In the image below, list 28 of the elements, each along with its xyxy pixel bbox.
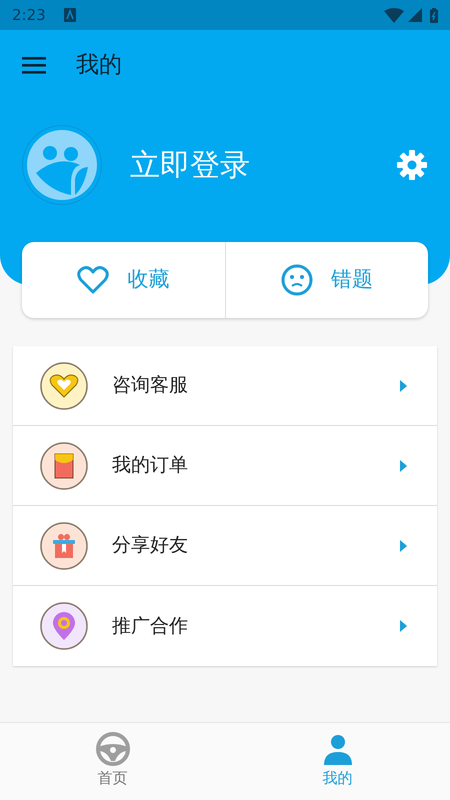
sad-face-icon [280, 264, 313, 296]
menu-item[interactable]: 咨询客服 [13, 346, 437, 426]
menu-item[interactable]: 推广合作 [13, 586, 437, 666]
status-time: 2:23 [12, 4, 46, 26]
menu-button[interactable] [22, 56, 46, 74]
chevron-right-icon [400, 540, 407, 552]
login-link[interactable]: 立即登录 [130, 142, 250, 188]
heart-icon [77, 264, 110, 296]
quick-action-button[interactable]: 错题 [226, 242, 428, 318]
nav-tab[interactable]: 首页 [0, 723, 225, 800]
quick-action-button[interactable]: 收藏 [22, 242, 224, 318]
location-pin-icon [40, 602, 88, 650]
page-title: 我的 [76, 50, 122, 80]
chevron-right-icon [400, 380, 407, 392]
signal-icon [408, 8, 422, 22]
gift-icon [40, 522, 88, 570]
wifi-icon [384, 8, 404, 22]
envelope-icon [40, 442, 88, 490]
battery-icon [430, 8, 438, 22]
avatar-icon [22, 125, 102, 205]
menu-item[interactable]: 分享好友 [13, 506, 437, 586]
menu-item[interactable]: 我的订单 [13, 426, 437, 506]
settings-button[interactable] [396, 149, 428, 181]
notification-icon [64, 8, 76, 22]
steering-wheel-icon [94, 731, 130, 767]
chevron-right-icon [400, 620, 407, 632]
nav-tab[interactable]: 我的 [225, 723, 450, 800]
chevron-right-icon [400, 460, 407, 472]
